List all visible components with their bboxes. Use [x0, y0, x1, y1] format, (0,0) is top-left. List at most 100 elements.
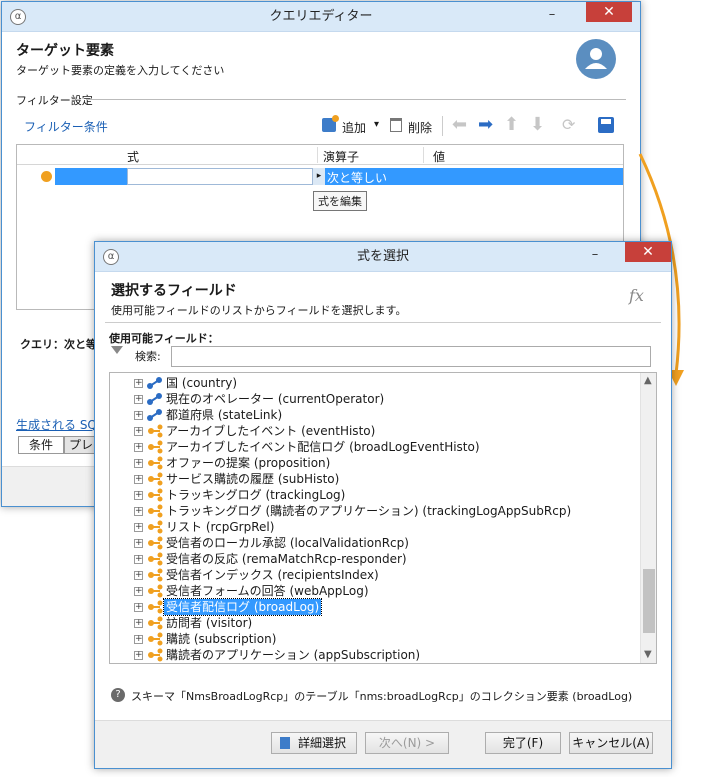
query-editor-titlebar[interactable]: α クエリエディター – ✕: [2, 2, 640, 32]
page-subtitle: ターゲット要素の定義を入力してください: [16, 64, 225, 77]
collection-link-icon: [148, 648, 163, 662]
link-icon: [147, 409, 162, 421]
collection-link-icon: [148, 536, 163, 550]
expand-icon[interactable]: +: [134, 491, 143, 500]
field-tree-rows: + 国 (country) + 現在のオペレーター (currentOperator)…: [110, 374, 640, 664]
tree-item[interactable]: + 購読者のアプリケーション (appSubscription): [110, 647, 610, 663]
save-icon[interactable]: [598, 117, 614, 133]
filter-conditions-link[interactable]: フィルター条件: [24, 118, 108, 135]
close-button[interactable]: ✕: [625, 242, 671, 262]
edit-expression-tooltip: 式を編集: [313, 191, 367, 211]
tree-item-label: アーカイブしたイベント配信ログ (broadLogEventHisto): [166, 440, 480, 454]
expand-icon[interactable]: +: [134, 443, 143, 452]
tree-item[interactable]: + 受信者フォームの回答 (webAppLog): [110, 583, 610, 599]
search-input[interactable]: [171, 346, 651, 367]
expand-icon[interactable]: +: [134, 395, 143, 404]
status-text: スキーマ「NmsBroadLogRcp」のテーブル「nms:broadLogRc…: [131, 690, 633, 703]
next-button[interactable]: 次へ(N) >: [365, 732, 449, 754]
tree-item[interactable]: + トラッキングログ (trackingLog): [110, 487, 610, 503]
tree-item-label: サービス購読の履歴 (subHisto): [166, 472, 340, 486]
tree-item[interactable]: + 購読 (subscription): [110, 631, 610, 647]
expand-icon[interactable]: +: [134, 619, 143, 628]
tree-item[interactable]: + トラッキングログ (購読者のアプリケーション) (trackingLogApp…: [110, 503, 610, 519]
close-button[interactable]: ✕: [586, 2, 632, 22]
field-tree[interactable]: + 国 (country) + 現在のオペレーター (currentOperator)…: [109, 372, 657, 664]
expand-icon[interactable]: +: [134, 379, 143, 388]
scroll-down-icon[interactable]: ▼: [644, 649, 652, 660]
advanced-select-button[interactable]: 詳細選択: [271, 732, 357, 754]
expand-icon[interactable]: +: [134, 475, 143, 484]
tree-item[interactable]: + 受信者の反応 (remaMatchRcp-responder): [110, 551, 610, 567]
add-icon: [322, 115, 339, 132]
tree-item[interactable]: + 国 (country): [110, 375, 610, 391]
expand-icon[interactable]: +: [134, 587, 143, 596]
link-icon: [147, 377, 162, 389]
tab-preview[interactable]: プレ: [64, 436, 98, 454]
tree-item[interactable]: + オファーの提案 (proposition): [110, 455, 610, 471]
tree-item-label: 受信者インデックス (recipientsIndex): [166, 568, 379, 582]
header-divider: [105, 322, 661, 323]
arrow-right-icon[interactable]: ➡: [478, 114, 493, 135]
tree-item[interactable]: + リスト (rcpGrpRel): [110, 519, 610, 535]
tree-item-label: オファーの提案 (proposition): [166, 456, 331, 470]
tree-item-label: 購読 (subscription): [166, 632, 277, 646]
collection-link-icon: [148, 568, 163, 582]
tree-item[interactable]: + 受信者配信ログ (broadLog): [110, 598, 610, 616]
fx-icon: fx: [629, 286, 644, 305]
finish-button[interactable]: 完了(F): [485, 732, 561, 754]
cancel-button[interactable]: キャンセル(A): [569, 732, 653, 754]
tree-item[interactable]: + 訪問者 (visitor): [110, 615, 610, 631]
avatar-icon: [576, 39, 616, 79]
add-button[interactable]: 追加: [342, 119, 366, 136]
tree-item[interactable]: + 都道府県 (stateLink): [110, 407, 610, 423]
scrollbar[interactable]: ▲ ▼: [640, 373, 656, 663]
scroll-up-icon[interactable]: ▲: [644, 375, 652, 386]
arrow-up-icon[interactable]: ⬆: [504, 114, 519, 135]
scrollbar-thumb[interactable]: [643, 569, 655, 633]
minimize-button[interactable]: –: [585, 248, 605, 264]
expand-icon[interactable]: +: [134, 571, 143, 580]
arrow-left-icon[interactable]: ⬅: [452, 114, 467, 135]
expand-icon[interactable]: +: [134, 651, 143, 660]
trash-icon: [390, 118, 402, 132]
edit-expression-button[interactable]: ▸: [313, 168, 325, 185]
tree-item[interactable]: + サービス購読の履歴 (subHisto): [110, 471, 610, 487]
tree-item[interactable]: + 受信者インデックス (recipientsIndex): [110, 567, 610, 583]
tab-conditions[interactable]: 条件: [18, 436, 64, 454]
expand-icon[interactable]: +: [134, 507, 143, 516]
available-fields-label: 使用可能フィールド：: [109, 332, 219, 345]
delete-button[interactable]: 削除: [408, 119, 432, 136]
expand-icon[interactable]: +: [134, 603, 143, 612]
refresh-icon[interactable]: ⟳: [562, 115, 575, 134]
query-label: クエリ：次と等: [20, 338, 97, 351]
select-expression-titlebar[interactable]: α 式を選択 – ✕: [95, 242, 671, 272]
expand-icon[interactable]: +: [134, 427, 143, 436]
tree-item-label: 購読者のアプリケーション (appSubscription): [166, 648, 421, 662]
tree-item-label: 都道府県 (stateLink): [166, 408, 283, 422]
arrow-down-icon[interactable]: ⬇: [530, 114, 545, 135]
expand-icon[interactable]: +: [134, 523, 143, 532]
operator-cell[interactable]: 次と等しい: [327, 169, 387, 186]
expand-icon[interactable]: +: [134, 539, 143, 548]
expression-input[interactable]: [127, 168, 313, 185]
add-dropdown-icon[interactable]: ▾: [374, 119, 379, 130]
expand-icon[interactable]: +: [134, 555, 143, 564]
expand-icon[interactable]: +: [134, 411, 143, 420]
collection-link-icon: [148, 472, 163, 486]
select-expression-window: α 式を選択 – ✕ 選択するフィールド 使用可能フィールドのリストからフィール…: [94, 241, 672, 769]
collection-link-icon: [148, 440, 163, 454]
collection-link-icon: [148, 632, 163, 646]
tree-item[interactable]: + 受信者のローカル承認 (localValidationRcp): [110, 535, 610, 551]
generated-sql-link[interactable]: 生成される SQL: [16, 416, 104, 433]
tree-item[interactable]: +配信ログ (購読者のアプリケーション) (broadLogAppSubRcp): [110, 663, 610, 664]
minimize-button[interactable]: –: [542, 8, 562, 24]
expand-icon[interactable]: +: [134, 459, 143, 468]
collection-link-icon: [148, 616, 163, 630]
tree-item[interactable]: + アーカイブしたイベント配信ログ (broadLogEventHisto): [110, 439, 610, 455]
section-divider: [86, 99, 626, 100]
dialog-title: 選択するフィールド: [111, 283, 237, 299]
tree-item[interactable]: + 現在のオペレーター (currentOperator): [110, 391, 610, 407]
header-sep: [317, 147, 318, 163]
tree-item[interactable]: + アーカイブしたイベント (eventHisto): [110, 423, 610, 439]
expand-icon[interactable]: +: [134, 635, 143, 644]
